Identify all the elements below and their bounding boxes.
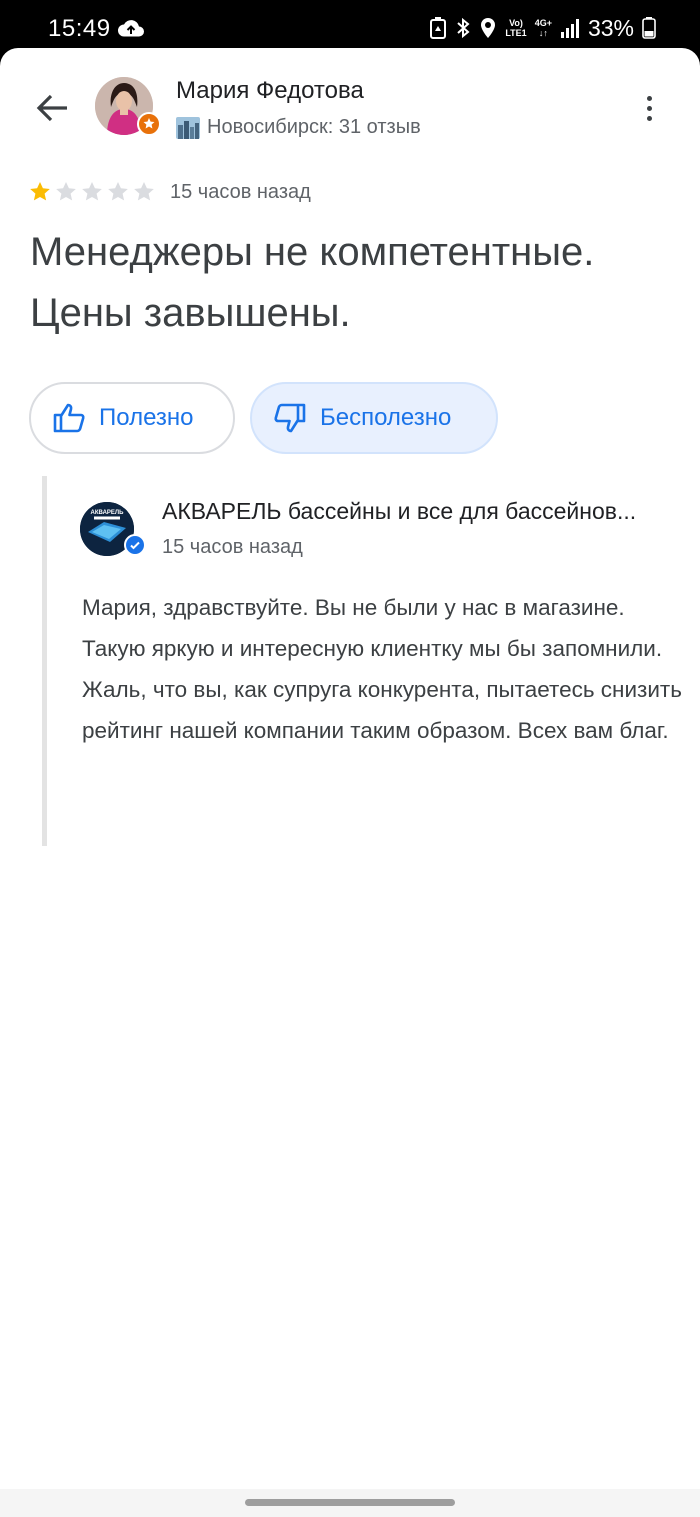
star-rating xyxy=(28,180,156,204)
helpful-button[interactable]: Полезно xyxy=(29,382,235,454)
signal-icon xyxy=(560,19,579,38)
review-text: Менеджеры не компетентные. Цены завышены… xyxy=(30,230,595,335)
dot xyxy=(646,105,652,111)
author-meta: Новосибирск: 31 отзыв xyxy=(176,116,421,139)
author-name[interactable]: Мария Федотова xyxy=(176,77,364,105)
volte-indicator: Vo) LTE1 xyxy=(505,18,527,38)
review-screen: Мария Федотова Новосибирск: 31 отзыв 15 … xyxy=(0,48,700,1517)
author-meta-text: Новосибирск: 31 отзыв xyxy=(207,116,421,138)
home-gesture-handle[interactable] xyxy=(245,1499,455,1506)
bluetooth-icon xyxy=(457,17,470,39)
owner-reply-time: 15 часов назад xyxy=(162,536,303,558)
navigation-gesture-bar xyxy=(0,1489,700,1517)
dot xyxy=(646,95,652,101)
cloud-upload-icon xyxy=(118,20,144,37)
helpful-label: Полезно xyxy=(99,404,194,431)
more-options-button[interactable] xyxy=(636,88,662,128)
owner-logo-text: АКВАРЕЛЬ xyxy=(91,510,125,516)
star-empty-icon xyxy=(82,182,102,201)
status-time: 15:49 xyxy=(48,15,111,42)
dot xyxy=(646,115,652,121)
rating-row: 15 часов назад xyxy=(28,180,311,204)
star-empty-icon xyxy=(56,182,76,201)
unhelpful-button[interactable]: Бесполезно xyxy=(250,382,498,454)
owner-logo[interactable]: АКВАРЕЛЬ xyxy=(80,502,146,558)
owner-reply: АКВАРЕЛЬ АКВАРЕЛЬ бассейны и все для бас… xyxy=(42,476,700,846)
network-label: 4G+ xyxy=(534,18,552,28)
feedback-buttons: Полезно Бесполезно xyxy=(29,382,498,454)
star-filled-icon xyxy=(30,182,50,201)
back-button[interactable] xyxy=(30,86,74,130)
review-time: 15 часов назад xyxy=(170,180,311,203)
author-avatar[interactable] xyxy=(95,77,161,137)
local-guide-badge-icon xyxy=(137,112,161,136)
recycle-battery-icon xyxy=(430,17,447,39)
location-icon xyxy=(481,18,496,38)
unhelpful-label: Бесполезно xyxy=(320,404,452,431)
star-empty-icon xyxy=(134,182,154,201)
battery-icon xyxy=(642,17,656,39)
status-bar: 15:49 Vo) LTE1 4G+ ↓↑ 33% xyxy=(0,0,700,48)
owner-reply-text: Мария, здравствуйте. Вы не были у нас в … xyxy=(82,595,682,743)
owner-name[interactable]: АКВАРЕЛЬ бассейны и все для бассейнов... xyxy=(162,498,700,525)
thumb-down-icon xyxy=(274,403,306,433)
network-type: 4G+ ↓↑ xyxy=(534,18,552,38)
city-icon xyxy=(176,116,200,139)
verified-badge-icon xyxy=(124,534,146,556)
thumb-up-icon xyxy=(53,403,85,433)
battery-percent: 33% xyxy=(587,14,634,41)
arrow-back-icon xyxy=(36,94,67,122)
star-empty-icon xyxy=(108,182,128,201)
status-icons: Vo) LTE1 4G+ ↓↑ 33% xyxy=(429,14,656,42)
